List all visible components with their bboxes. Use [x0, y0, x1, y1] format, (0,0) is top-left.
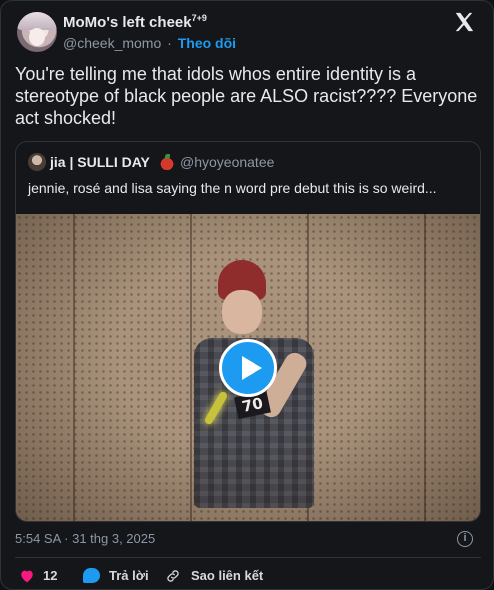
avatar[interactable]: [17, 12, 57, 52]
apple-icon: [160, 154, 174, 170]
author-handle[interactable]: @cheek_momo: [63, 35, 161, 51]
quoted-author-name: jia | SULLI DAY: [50, 154, 150, 170]
reply-label: Trả lời: [109, 568, 149, 583]
reply-bubble-icon: [83, 568, 100, 583]
author-name[interactable]: MoMo's left cheek7+9: [63, 13, 207, 31]
video-player[interactable]: 70: [16, 214, 480, 521]
quoted-text: jennie, rosé and lisa saying the n word …: [28, 180, 437, 196]
info-icon[interactable]: i: [457, 531, 473, 547]
author-name-suffix: 7+9: [191, 13, 207, 23]
author-name-text[interactable]: MoMo's left cheek: [63, 14, 192, 31]
divider: [15, 557, 481, 558]
separator-dot: ·: [167, 35, 172, 51]
like-count: 12: [43, 568, 58, 583]
quoted-avatar: [28, 153, 46, 171]
quoted-author-handle: @hyoyeonatee: [180, 154, 275, 170]
play-button-icon[interactable]: [219, 339, 277, 397]
heart-icon: [21, 570, 33, 583]
quoted-tweet[interactable]: jia | SULLI DAY @hyoyeonatee jennie, ros…: [15, 141, 481, 522]
timestamp[interactable]: 5:54 SA · 31 thg 3, 2025: [15, 531, 155, 546]
follow-button[interactable]: Theo dõi: [178, 35, 236, 51]
tweet-text: You're telling me that idols whos entire…: [15, 64, 478, 128]
copy-link-label: Sao liên kết: [191, 568, 264, 583]
tweet-meta: 5:54 SA · 31 thg 3, 2025 i: [15, 531, 481, 549]
tweet-card: MoMo's left cheek7+9 @cheek_momo · Theo …: [0, 0, 494, 590]
handle-row: @cheek_momo · Theo dõi: [63, 35, 236, 51]
link-icon: [167, 570, 179, 582]
x-logo-icon[interactable]: [453, 11, 475, 33]
tweet-header: MoMo's left cheek7+9 @cheek_momo · Theo …: [15, 11, 479, 55]
